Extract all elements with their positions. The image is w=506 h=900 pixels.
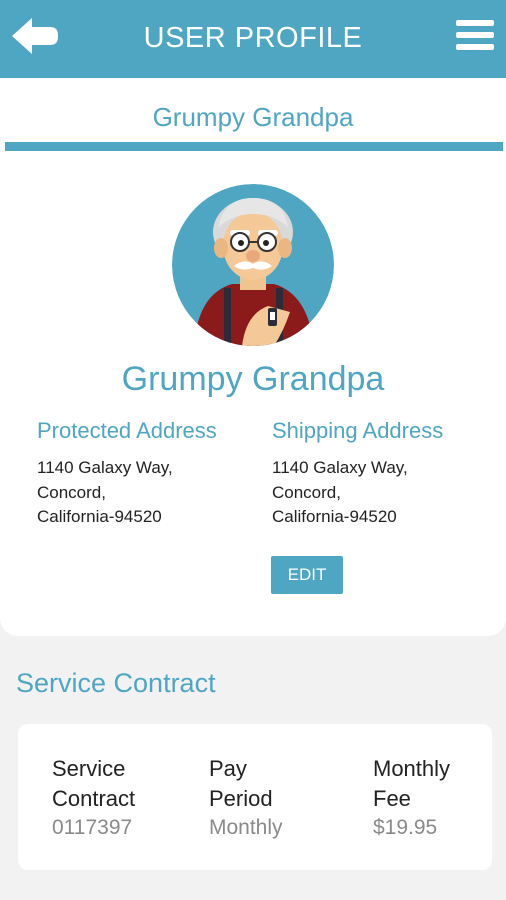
monthly-fee-column: Monthly Fee $19.95 bbox=[373, 754, 468, 842]
address-line: California-94520 bbox=[272, 507, 397, 526]
page-title: USER PROFILE bbox=[143, 22, 363, 54]
shipping-address-label: Shipping Address bbox=[272, 418, 444, 443]
column-header: Service Contract bbox=[52, 756, 136, 811]
column-value: Monthly bbox=[209, 816, 283, 839]
hamburger-menu-icon bbox=[456, 20, 494, 50]
column-value: 0117397 bbox=[52, 816, 133, 839]
pay-period-column: Pay Period Monthly bbox=[209, 754, 283, 842]
profile-tab-name: Grumpy Grandpa bbox=[152, 102, 354, 132]
contract-number-column: Service Contract 0117397 bbox=[52, 754, 162, 842]
address-line: Concord, bbox=[272, 482, 341, 502]
edit-button[interactable]: EDIT bbox=[271, 556, 343, 594]
avatar bbox=[172, 184, 334, 346]
tab-underline bbox=[5, 142, 503, 151]
column-header: Pay Period bbox=[209, 756, 273, 811]
cartoon-grandpa-avatar bbox=[172, 184, 334, 346]
profile-card: Grumpy Grandpa Grumpy Grandpa Protected … bbox=[0, 78, 506, 636]
address-line: 1140 Galaxy Way, bbox=[37, 458, 173, 477]
address-line: Concord, bbox=[37, 482, 106, 502]
column-value: $19.95 bbox=[373, 816, 438, 839]
menu-button[interactable] bbox=[456, 20, 494, 54]
protected-address-label: Protected Address bbox=[37, 418, 217, 443]
profile-name: Grumpy Grandpa bbox=[121, 360, 385, 398]
shipping-address-block: Shipping Address 1140 Galaxy Way, Concor… bbox=[272, 418, 492, 530]
service-contract-card: Service Contract 0117397 Pay Period Mont… bbox=[18, 724, 492, 870]
address-line: California-94520 bbox=[37, 507, 162, 526]
top-app-bar: USER PROFILE bbox=[0, 0, 506, 78]
column-header: Monthly Fee bbox=[373, 756, 451, 811]
service-contract-heading: Service Contract bbox=[16, 668, 216, 698]
protected-address-block: Protected Address 1140 Galaxy Way, Conco… bbox=[37, 418, 257, 530]
address-line: 1140 Galaxy Way, bbox=[272, 458, 408, 477]
